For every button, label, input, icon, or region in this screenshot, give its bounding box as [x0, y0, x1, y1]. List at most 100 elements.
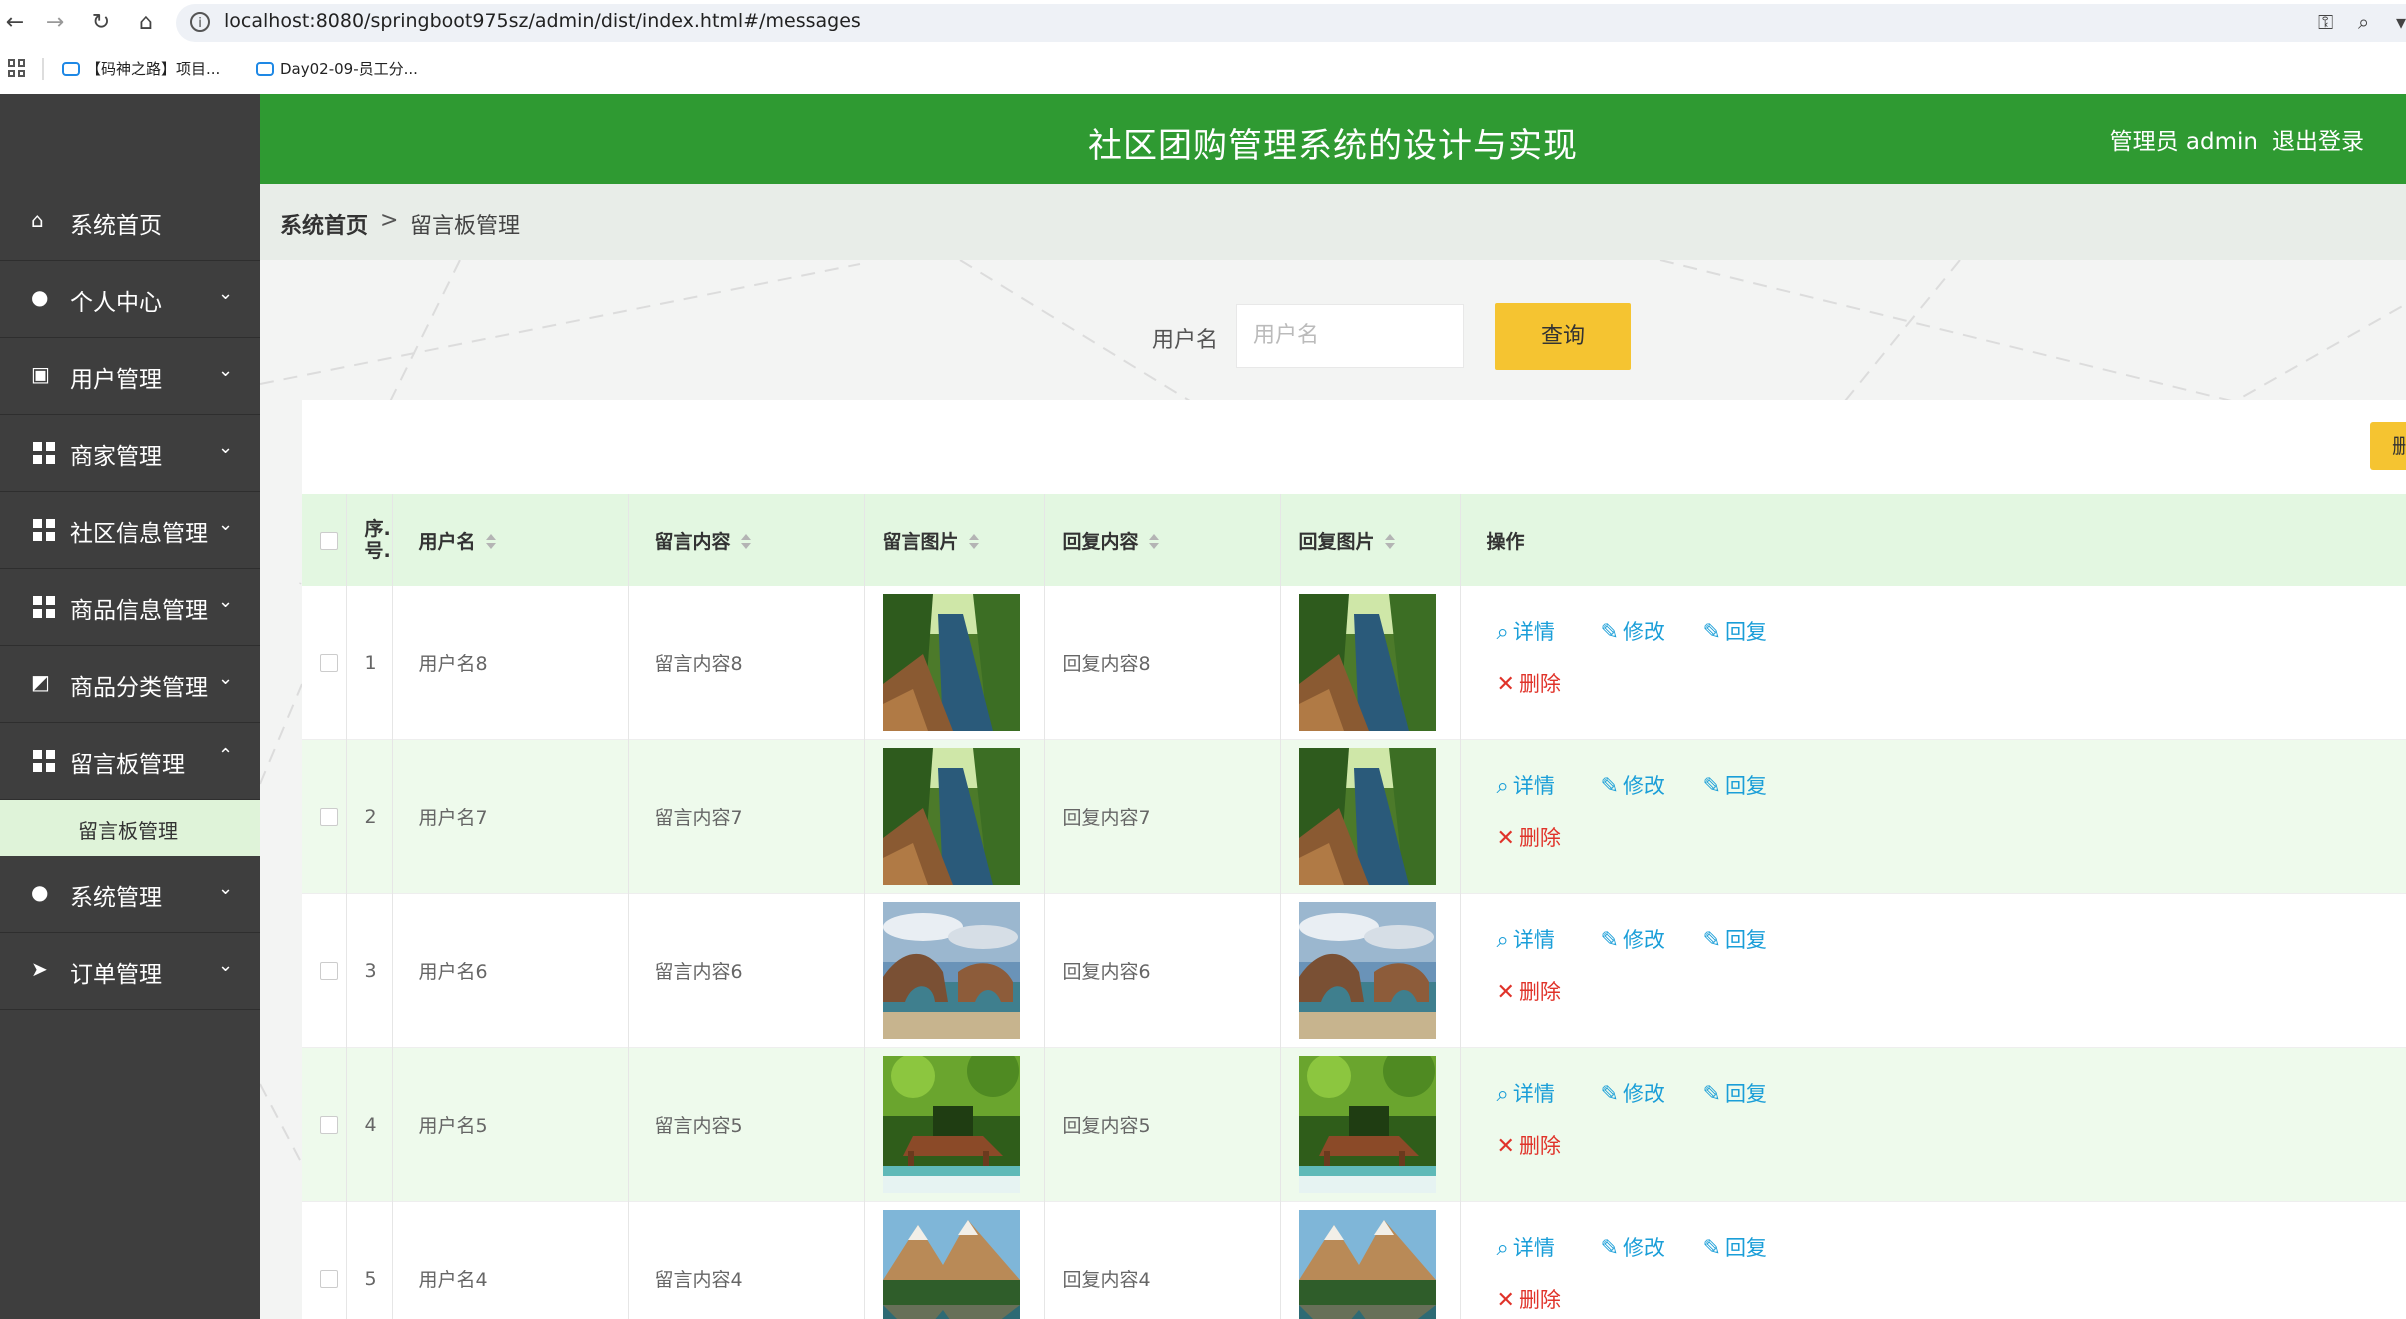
back-icon[interactable]: ← [0, 8, 30, 38]
row-checkbox[interactable] [320, 962, 338, 980]
col-image[interactable]: 留言图片 [864, 494, 1045, 586]
col-reply-image[interactable]: 回复图片 [1280, 494, 1461, 586]
col-reply[interactable]: 回复内容 [1044, 494, 1281, 586]
search-icon: ⌕ [1496, 774, 1509, 799]
username-search-input[interactable]: 用户名 [1236, 304, 1464, 368]
password-key-icon[interactable]: ⚿ [2318, 10, 2333, 34]
reply-button[interactable]: ✎ 回复 [1703, 770, 1767, 800]
pencil-icon: ✎ [1702, 928, 1721, 953]
search-icon: ⌕ [1496, 1236, 1509, 1261]
sidebar-item-product-category[interactable]: ◩ 商品分类管理 ⌄ [0, 646, 260, 723]
bookmark-1-label: 【码神之路】项目... [86, 60, 221, 78]
pencil-icon: ✎ [1702, 620, 1721, 645]
edit-label: 修改 [1622, 1236, 1665, 1260]
message-image[interactable] [882, 1210, 1020, 1319]
delete-button[interactable]: ✕ 删除 [1497, 1130, 1561, 1160]
pencil-icon: ✎ [1600, 1236, 1619, 1261]
detail-button[interactable]: ⌕ 详情 [1497, 1078, 1555, 1108]
delete-button[interactable]: ✕ 删除 [1497, 976, 1561, 1006]
edit-button[interactable]: ✎ 修改 [1601, 1078, 1665, 1108]
breadcrumb-home[interactable]: 系统首页 [280, 208, 368, 240]
sidebar-item-personal-center[interactable]: ● 个人中心 ⌄ [0, 261, 260, 338]
menu-chevron-icon[interactable]: ▾ [2396, 10, 2406, 34]
edit-button[interactable]: ✎ 修改 [1601, 616, 1665, 646]
home-icon[interactable]: ⌂ [131, 8, 161, 38]
reply-button[interactable]: ✎ 回复 [1703, 1232, 1767, 1262]
detail-button[interactable]: ⌕ 详情 [1497, 924, 1555, 954]
sidebar-item-home[interactable]: ⌂ 系统首页 [0, 184, 260, 261]
edit-label: 修改 [1622, 620, 1665, 644]
sort-icon[interactable] [485, 534, 496, 550]
edit-button[interactable]: ✎ 修改 [1601, 770, 1665, 800]
row-index: 4 [346, 1047, 393, 1202]
edit-button[interactable]: ✎ 修改 [1601, 1232, 1665, 1262]
sidebar-item-community-info[interactable]: 社区信息管理 ⌄ [0, 492, 260, 569]
logout-button[interactable]: 退出登录 [2272, 129, 2364, 155]
bookmarks-divider [42, 58, 44, 80]
chevron-down-icon: ⌄ [218, 878, 234, 899]
message-image[interactable] [882, 902, 1020, 1039]
sort-icon[interactable] [740, 534, 751, 550]
reply-button[interactable]: ✎ 回复 [1703, 1078, 1767, 1108]
sidebar-subitem-message-board[interactable]: 留言板管理 [0, 800, 260, 856]
pencil-icon: ✎ [1600, 620, 1619, 645]
row-reply: 回复内容8 [1044, 586, 1281, 740]
reply-image[interactable] [1298, 1210, 1436, 1319]
row-reply-image-cell [1280, 739, 1461, 894]
edit-button[interactable]: ✎ 修改 [1601, 924, 1665, 954]
sidebar-item-user-management[interactable]: ▣ 用户管理 ⌄ [0, 338, 260, 415]
batch-delete-button[interactable]: 删 [2370, 422, 2406, 470]
reply-image[interactable] [1298, 1056, 1436, 1193]
col-username[interactable]: 用户名 [392, 494, 629, 586]
sort-icon[interactable] [1148, 534, 1159, 550]
row-checkbox[interactable] [320, 808, 338, 826]
message-image[interactable] [882, 594, 1020, 731]
bilibili-icon [62, 62, 80, 76]
message-image[interactable] [882, 1056, 1020, 1193]
detail-button[interactable]: ⌕ 详情 [1497, 770, 1555, 800]
sort-icon[interactable] [968, 534, 979, 550]
apps-grid-icon[interactable] [8, 59, 26, 77]
col-content[interactable]: 留言内容 [628, 494, 865, 586]
reply-image[interactable] [1298, 902, 1436, 1039]
reply-image[interactable] [1298, 594, 1436, 731]
detail-button[interactable]: ⌕ 详情 [1497, 1232, 1555, 1262]
detail-button[interactable]: ⌕ 详情 [1497, 616, 1555, 646]
delete-button[interactable]: ✕ 删除 [1497, 668, 1561, 698]
row-image-cell [864, 893, 1045, 1048]
row-content: 留言内容6 [628, 893, 865, 1048]
sidebar-item-product-info[interactable]: 商品信息管理 ⌄ [0, 569, 260, 646]
sort-icon[interactable] [1384, 534, 1395, 550]
col-username-label: 用户名 [418, 530, 476, 553]
reply-button[interactable]: ✎ 回复 [1703, 924, 1767, 954]
reply-image[interactable] [1298, 748, 1436, 885]
forward-icon[interactable]: → [40, 8, 70, 38]
row-content: 留言内容8 [628, 586, 865, 740]
search-button[interactable]: 查询 [1495, 303, 1631, 370]
sidebar-item-merchant-management[interactable]: 商家管理 ⌄ [0, 415, 260, 492]
url-text[interactable]: localhost:8080/springboot975sz/admin/dis… [224, 10, 861, 32]
chevron-down-icon: ⌄ [218, 591, 234, 612]
delete-button[interactable]: ✕ 删除 [1497, 822, 1561, 852]
delete-button[interactable]: ✕ 删除 [1497, 1284, 1561, 1314]
pencil-icon: ✎ [1600, 774, 1619, 799]
row-checkbox[interactable] [320, 1270, 338, 1288]
row-index: 1 [346, 586, 393, 740]
bookmark-1[interactable]: 【码神之路】项目... [62, 56, 220, 82]
select-all-checkbox[interactable] [320, 531, 338, 550]
close-icon: ✕ [1496, 980, 1515, 1005]
pencil-icon: ✎ [1702, 1082, 1721, 1107]
row-checkbox[interactable] [320, 1116, 338, 1134]
sidebar-item-message-board[interactable]: 留言板管理 ⌃ [0, 723, 260, 800]
bookmark-2[interactable]: Day02-09-员工分... [256, 56, 418, 82]
sidebar-item-order-management[interactable]: ➤ 订单管理 ⌄ [0, 933, 260, 1010]
row-index: 3 [346, 893, 393, 1048]
breadcrumb: 系统首页 > 留言板管理 [260, 184, 2406, 260]
message-image[interactable] [882, 748, 1020, 885]
sidebar-item-system-management[interactable]: ● 系统管理 ⌄ [0, 856, 260, 933]
site-info-icon[interactable]: i [190, 12, 210, 32]
reply-button[interactable]: ✎ 回复 [1703, 616, 1767, 646]
zoom-icon[interactable]: ⌕ [2358, 10, 2369, 34]
reload-icon[interactable]: ↻ [86, 8, 116, 38]
row-checkbox[interactable] [320, 654, 338, 672]
